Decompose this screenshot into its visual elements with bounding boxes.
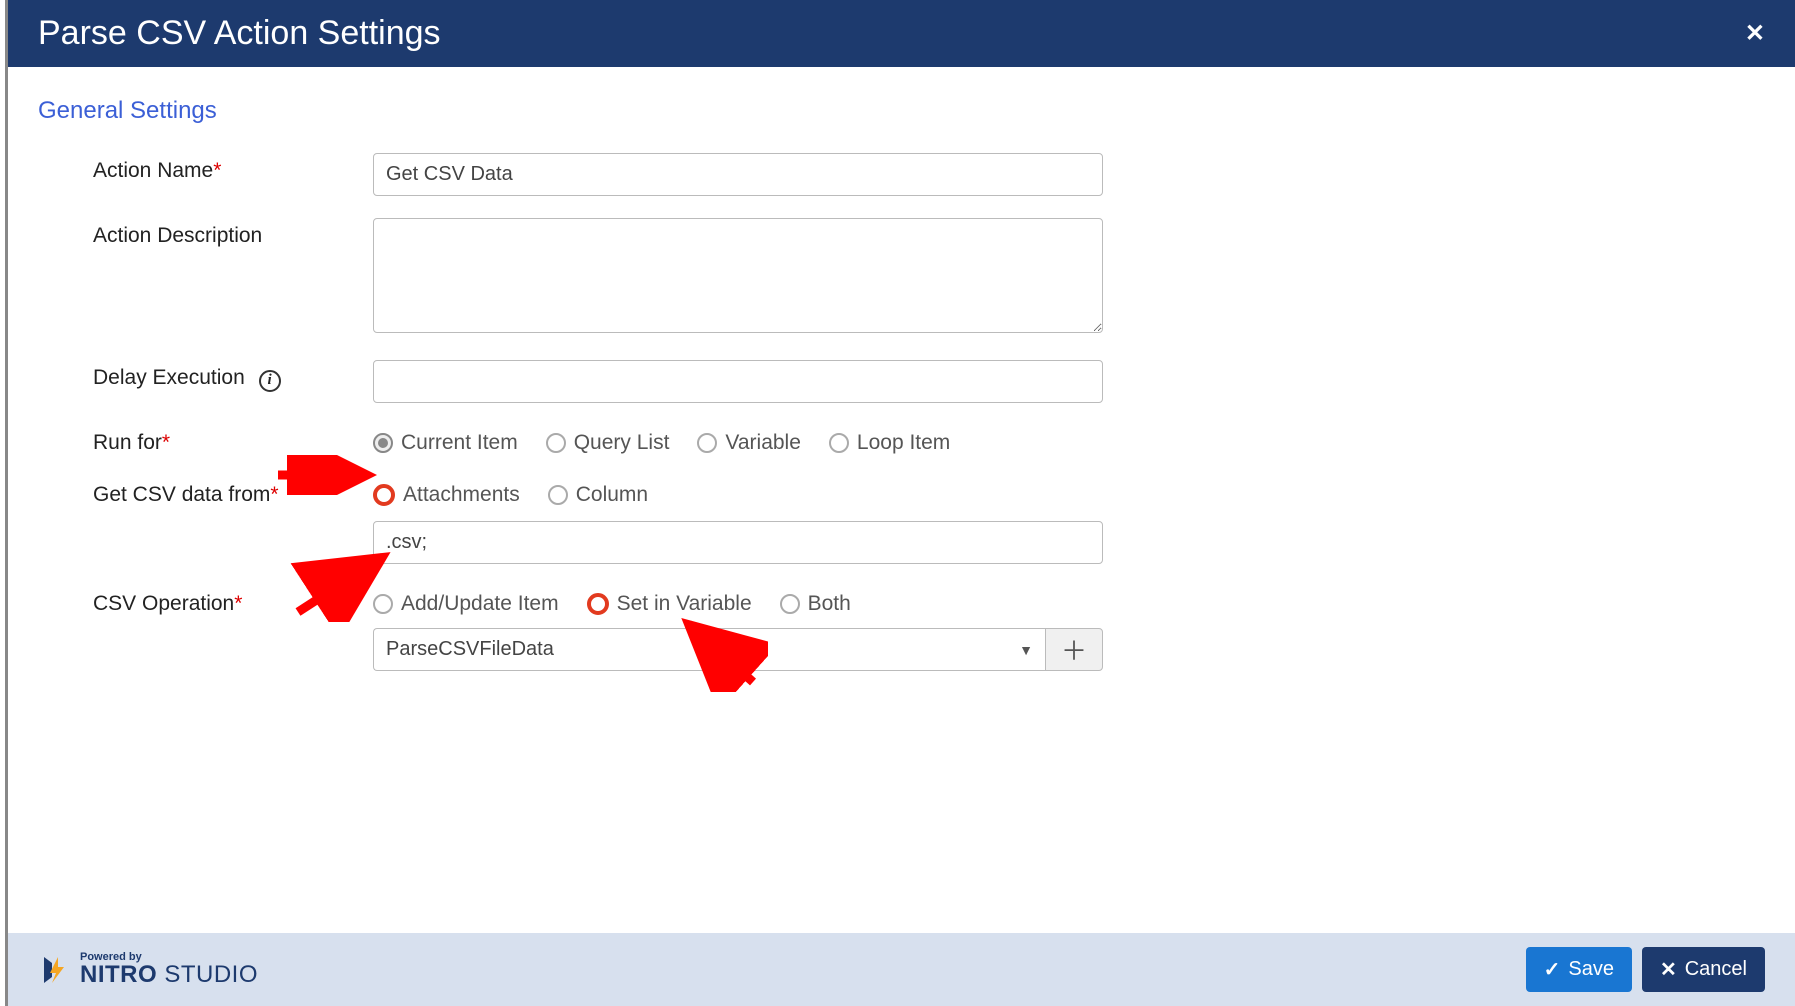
radio-icon bbox=[373, 594, 393, 614]
row-action-name: Action Name* bbox=[38, 153, 1765, 196]
modal-footer: Powered by NITRO STUDIO Save Cancel bbox=[8, 933, 1795, 1006]
logo-text: Powered by NITRO STUDIO bbox=[80, 952, 258, 987]
radio-variable[interactable]: Variable bbox=[697, 431, 801, 455]
variable-select[interactable]: ParseCSVFileData ▼ bbox=[373, 628, 1045, 671]
row-action-description: Action Description bbox=[38, 218, 1765, 338]
cancel-button[interactable]: Cancel bbox=[1642, 947, 1765, 992]
action-name-input[interactable] bbox=[373, 153, 1103, 196]
row-run-for: Run for* Current Item Query List Variabl… bbox=[38, 425, 1765, 455]
required-mark: * bbox=[162, 431, 170, 454]
radio-icon bbox=[546, 433, 566, 453]
delay-execution-input[interactable] bbox=[373, 360, 1103, 403]
radio-set-variable[interactable]: Set in Variable bbox=[587, 592, 752, 616]
row-get-csv: Get CSV data from* Attachments Column bbox=[38, 477, 1765, 564]
label-get-csv: Get CSV data from* bbox=[38, 477, 373, 507]
radio-icon bbox=[373, 433, 393, 453]
radio-icon bbox=[587, 593, 609, 615]
label-delay-execution: Delay Execution i bbox=[38, 360, 373, 392]
logo-icon bbox=[38, 953, 72, 987]
close-icon[interactable]: ✕ bbox=[1745, 19, 1765, 48]
radio-icon bbox=[829, 433, 849, 453]
radio-both[interactable]: Both bbox=[780, 592, 851, 616]
radio-icon bbox=[548, 485, 568, 505]
radio-current-item[interactable]: Current Item bbox=[373, 431, 518, 455]
radio-icon bbox=[373, 484, 395, 506]
modal-header: Parse CSV Action Settings ✕ bbox=[8, 0, 1795, 67]
modal-body: General Settings Action Name* Action Des… bbox=[8, 67, 1795, 933]
label-csv-operation: CSV Operation* bbox=[38, 586, 373, 616]
action-description-input[interactable] bbox=[373, 218, 1103, 333]
radio-column[interactable]: Column bbox=[548, 483, 648, 507]
label-action-name: Action Name* bbox=[38, 153, 373, 183]
required-mark: * bbox=[213, 159, 221, 182]
modal-title: Parse CSV Action Settings bbox=[38, 14, 441, 53]
row-delay-execution: Delay Execution i bbox=[38, 360, 1765, 403]
radio-add-update[interactable]: Add/Update Item bbox=[373, 592, 559, 616]
save-button[interactable]: Save bbox=[1526, 947, 1632, 992]
section-title: General Settings bbox=[38, 97, 1765, 125]
row-csv-operation: CSV Operation* Add/Update Item Set in Va… bbox=[38, 586, 1765, 671]
radio-query-list[interactable]: Query List bbox=[546, 431, 670, 455]
brand-logo: Powered by NITRO STUDIO bbox=[38, 952, 258, 987]
modal-dialog: Parse CSV Action Settings ✕ General Sett… bbox=[5, 0, 1795, 1006]
radio-attachments[interactable]: Attachments bbox=[373, 483, 520, 507]
radio-loop-item[interactable]: Loop Item bbox=[829, 431, 950, 455]
x-icon bbox=[1660, 957, 1677, 982]
label-action-description: Action Description bbox=[38, 218, 373, 248]
info-icon[interactable]: i bbox=[259, 370, 281, 392]
radio-icon bbox=[697, 433, 717, 453]
required-mark: * bbox=[270, 483, 278, 506]
add-variable-button[interactable]: ＋ bbox=[1045, 628, 1103, 671]
csv-pattern-input[interactable] bbox=[373, 521, 1103, 564]
required-mark: * bbox=[234, 592, 242, 615]
check-icon bbox=[1544, 957, 1561, 982]
radio-icon bbox=[780, 594, 800, 614]
chevron-down-icon: ▼ bbox=[1019, 642, 1033, 658]
label-run-for: Run for* bbox=[38, 425, 373, 455]
